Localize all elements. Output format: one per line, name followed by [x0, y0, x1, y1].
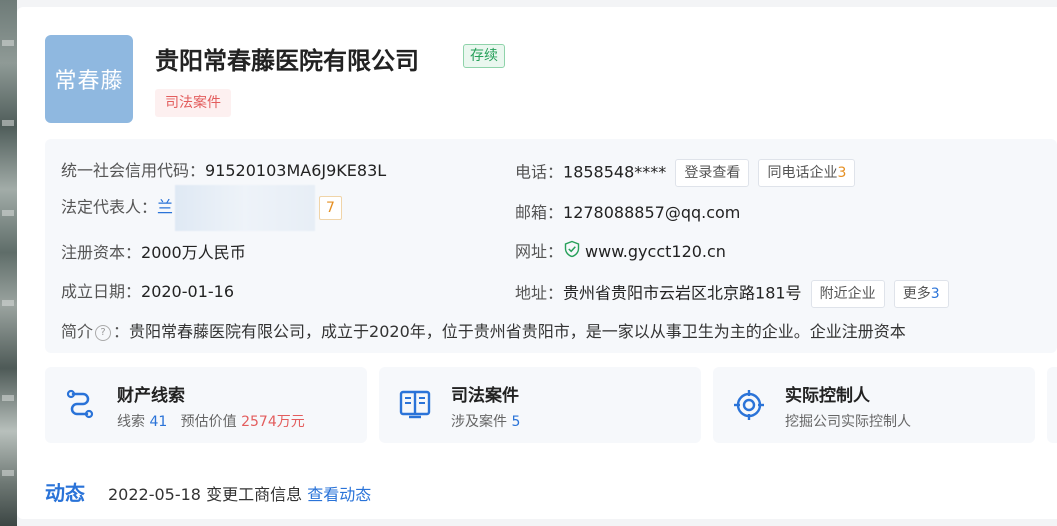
phone-row: 电话：1858548**** 登录查看 同电话企业3 [515, 159, 856, 187]
same-phone-companies-button[interactable]: 同电话企业3 [758, 159, 856, 187]
founded-label: 成立日期： [61, 282, 142, 301]
help-icon[interactable]: ? [95, 324, 112, 341]
more-addresses-button[interactable]: 更多3 [893, 280, 949, 308]
credit-code-value: 91520103MA6J9KE83L [205, 161, 387, 180]
phone-value: 1858548**** [563, 162, 667, 182]
credit-code-row: 统一社会信用代码：91520103MA6J9KE83L [61, 159, 386, 183]
route-icon [65, 389, 95, 425]
dynamics-date: 2022-05-18 [108, 485, 201, 504]
info-panel: 统一社会信用代码：91520103MA6J9KE83L 法定代表人：兰 7 注册资… [45, 139, 1057, 353]
email-label: 邮箱： [515, 203, 564, 222]
address-label: 地址： [515, 283, 564, 303]
credit-code-label: 统一社会信用代码： [61, 161, 206, 180]
same-phone-count: 3 [837, 165, 847, 181]
email-row: 邮箱：1278088857@qq.com [515, 201, 740, 225]
intro-row: 简介? ：贵阳常春藤医院有限公司，成立于2020年，位于贵州省贵阳市，是一家以从事… [61, 320, 906, 344]
target-icon [733, 389, 765, 425]
website-link[interactable]: www.gycct120.cn [585, 242, 726, 261]
nearby-companies-button[interactable]: 附近企业 [810, 280, 885, 308]
feature-card-legal[interactable]: 司法案件 涉及案件 5 [379, 367, 701, 443]
verified-shield-icon [563, 240, 581, 265]
feature-title: 司法案件 [451, 386, 519, 406]
dynamics-event: 变更工商信息 [206, 485, 303, 504]
book-icon [399, 389, 431, 423]
estimated-value-label: 预估价值 [180, 414, 237, 430]
dynamics-title: 动态 [45, 481, 85, 505]
company-card: 常春藤 贵阳常春藤医院有限公司 存续 司法案件 统一社会信用代码：9152010… [17, 7, 1057, 519]
same-phone-label: 同电话企业 [767, 165, 838, 181]
case-label: 涉及案件 [451, 414, 507, 430]
website-label: 网址： [515, 242, 564, 261]
company-logo: 常春藤 [45, 35, 133, 123]
website-row: 网址： www.gycct120.cn [515, 240, 726, 265]
logo-text: 常春藤 [54, 69, 124, 94]
feature-subtitle: 线索 41 预估价值 2574万元 [117, 411, 305, 431]
founded-value: 2020-01-16 [141, 282, 234, 301]
founded-row: 成立日期：2020-01-16 [61, 280, 234, 304]
intro-label: 简介 [61, 322, 94, 341]
feature-card-controller[interactable]: 实际控制人 挖掘公司实际控制人 [713, 367, 1035, 443]
feature-card-partial [1047, 367, 1057, 443]
more-label: 更多 [902, 286, 931, 302]
intro-text: 贵阳常春藤医院有限公司，成立于2020年，位于贵州省贵阳市，是一家以从事卫生为主… [129, 322, 906, 341]
dynamics-entry: 2022-05-18 变更工商信息 查看动态 [108, 481, 371, 505]
view-dynamics-link[interactable]: 查看动态 [307, 485, 371, 504]
status-badge: 存续 [463, 44, 505, 68]
legal-rep-row: 法定代表人：兰 7 [61, 185, 342, 231]
capital-label: 注册资本： [61, 243, 142, 262]
feature-subtitle: 涉及案件 5 [451, 411, 520, 431]
background-photo-strip [0, 0, 17, 526]
redacted-name-mask [175, 185, 316, 231]
legal-rep-count-badge[interactable]: 7 [319, 196, 342, 220]
login-view-button[interactable]: 登录查看 [675, 159, 750, 187]
capital-value: 2000万人民币 [141, 243, 246, 262]
feature-subtitle: 挖掘公司实际控制人 [785, 414, 911, 430]
email-value[interactable]: 1278088857@qq.com [563, 203, 740, 222]
more-count: 3 [930, 286, 940, 302]
clue-label: 线索 [117, 414, 145, 430]
feature-title: 实际控制人 [785, 386, 870, 406]
estimated-value: 2574万元 [241, 414, 305, 430]
intro-colon: ： [113, 322, 130, 341]
address-value: 贵州省贵阳市云岩区北京路181号 [563, 283, 802, 303]
feature-card-assets[interactable]: 财产线索 线索 41 预估价值 2574万元 [45, 367, 367, 443]
legal-case-tag[interactable]: 司法案件 [155, 89, 231, 117]
legal-rep-label: 法定代表人： [61, 197, 158, 217]
clue-count: 41 [149, 414, 168, 430]
legal-rep-name-link[interactable]: 兰 [157, 198, 173, 217]
company-name: 贵阳常春藤医院有限公司 [155, 47, 419, 75]
case-count: 5 [511, 414, 521, 430]
capital-row: 注册资本：2000万人民币 [61, 241, 246, 265]
address-row: 地址：贵州省贵阳市云岩区北京路181号 附近企业 更多3 [515, 280, 949, 308]
phone-label: 电话： [515, 162, 564, 182]
feature-title: 财产线索 [117, 386, 185, 406]
